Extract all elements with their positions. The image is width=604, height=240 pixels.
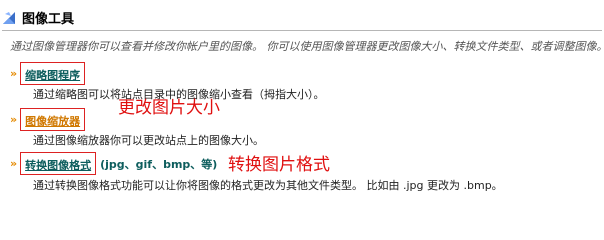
page-header: 图像工具 bbox=[0, 8, 75, 27]
section-convert-format: » 转换图像格式 (jpg、gif、bmp、等) bbox=[10, 152, 217, 175]
tools-icon bbox=[2, 10, 16, 24]
highlight-box: 图像缩放器 bbox=[20, 108, 86, 131]
convert-format-description: 通过转换图像格式功能可以让你将图像的格式更改为其他文件类型。 比如由 .jpg … bbox=[33, 179, 503, 192]
section-thumbnailer: » 缩略图程序 bbox=[10, 62, 86, 85]
bullet-icon: » bbox=[10, 67, 17, 80]
bullet-icon: » bbox=[10, 113, 17, 126]
bullet-icon: » bbox=[10, 157, 17, 170]
highlight-box: 转换图像格式 bbox=[20, 152, 97, 175]
convert-format-link[interactable]: 转换图像格式 bbox=[25, 159, 91, 172]
title-divider bbox=[2, 30, 602, 31]
intro-text: 通过图像管理器你可以查看并修改你帐户里的图像。 你可以使用图像管理器更改图像大小… bbox=[10, 40, 604, 53]
thumbnailer-link[interactable]: 缩略图程序 bbox=[25, 69, 80, 82]
image-scaler-link[interactable]: 图像缩放器 bbox=[25, 115, 80, 128]
highlight-box: 缩略图程序 bbox=[20, 62, 86, 85]
annotation-resize: 更改图片大小 bbox=[118, 98, 220, 118]
page-title: 图像工具 bbox=[22, 11, 75, 27]
annotation-convert: 转换图片格式 bbox=[228, 155, 330, 175]
image-scaler-description: 通过图像缩放器你可以更改站点上的图像大小。 bbox=[33, 134, 264, 147]
section-image-scaler: » 图像缩放器 bbox=[10, 108, 86, 131]
format-list: (jpg、gif、bmp、等) bbox=[100, 157, 218, 171]
